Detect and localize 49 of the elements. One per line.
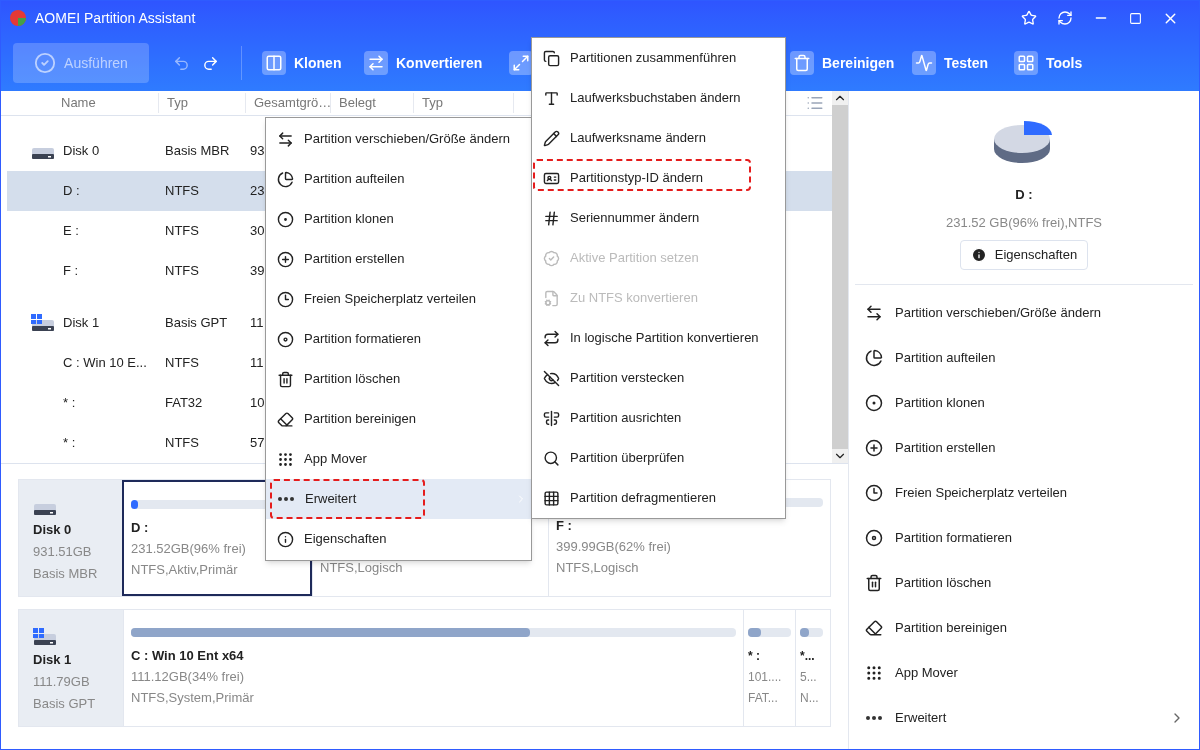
type-cell-text: Basis GPT <box>164 314 229 333</box>
name-cell-text: Disk 1 <box>63 314 100 333</box>
disk-type: Basis GPT <box>33 695 97 713</box>
type-cell-text: NTFS <box>164 262 200 281</box>
size-cell-text: 39 <box>249 262 265 281</box>
name-cell-text: E : <box>63 222 79 241</box>
window-title: AOMEI Partition Assistant <box>35 8 196 28</box>
type-cell-text: FAT32 <box>164 394 204 413</box>
type-cell-text: NTFS <box>164 182 200 201</box>
partition-info: NTFS,System,Primär <box>131 689 254 707</box>
type-cell-text: Basis MBR <box>164 142 231 161</box>
partition-info: FAT... <box>748 690 778 707</box>
type-cell-text: NTFS <box>164 222 200 241</box>
name-cell-text: * : <box>63 394 76 413</box>
type-cell-text: NTFS <box>164 354 200 373</box>
partition-free: 231.52GB(96% frei) <box>131 540 246 558</box>
disk-size: 931.51GB <box>33 543 93 561</box>
partition-info: NTFS,Logisch <box>556 559 639 577</box>
partition-free: 101.... <box>748 669 782 686</box>
partition-summary: 231.52 GB(96% frei),NTFS <box>945 213 1103 232</box>
name-cell-text: Disk 0 <box>63 142 100 161</box>
partition-info: N... <box>800 690 819 707</box>
name-cell-text: F : <box>63 262 79 281</box>
size-cell-text: 93 <box>249 142 265 161</box>
partition-info: NTFS,Aktiv,Primär <box>131 561 238 579</box>
partition-name: D : <box>131 519 149 537</box>
partition-info: NTFS,Logisch <box>320 559 403 577</box>
disk-name: Disk 1 <box>33 651 73 669</box>
partition-free: 5... <box>800 669 817 686</box>
size-cell-text: 11 <box>249 314 264 333</box>
name-cell-text: * : <box>63 434 76 453</box>
name-cell-text: C : Win 10 E... <box>63 354 147 373</box>
partition-free: 399.99GB(62% frei) <box>556 538 671 556</box>
partition-name: *... <box>800 648 815 665</box>
size-cell-text: 23 <box>249 182 265 201</box>
partition-name: F : <box>556 517 572 535</box>
partition-name: C : Win 10 Ent x64 <box>131 647 244 665</box>
size-cell-text: 30 <box>249 222 265 241</box>
size-cell-text: 10 <box>249 394 265 413</box>
disk-name: Disk 0 <box>33 521 73 539</box>
name-cell-text: D : <box>63 182 80 201</box>
partition-title: D : <box>1015 186 1033 204</box>
type-cell-text: NTFS <box>164 434 200 453</box>
size-cell-text: 11 <box>249 354 264 373</box>
partition-free: 111.12GB(34% frei) <box>131 668 244 686</box>
disk-type: Basis MBR <box>33 565 99 583</box>
size-cell-text: 57 <box>249 434 265 453</box>
partition-name: * : <box>748 648 760 665</box>
disk-size: 111.79GB <box>33 673 91 691</box>
